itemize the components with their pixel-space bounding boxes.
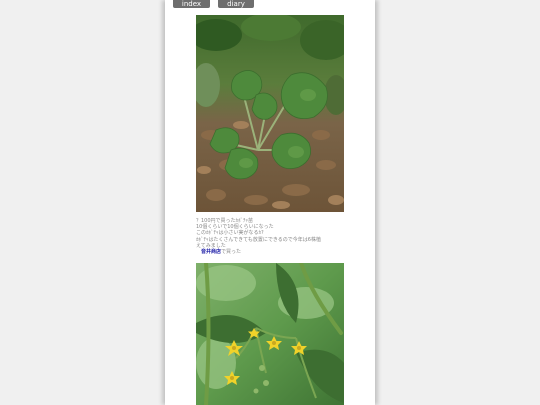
pumpkin-seedling-photo [196,15,344,212]
diary-caption: ？100円で買ったｶﾎﾞﾁｬ苗 10個くらいで10個くらいになった このｶﾎﾞﾁ… [196,218,346,255]
shop-suffix: で買った [221,249,242,256]
tomato-flowers-photo [196,263,344,405]
diary-index-button[interactable]: diary index [218,0,254,16]
shop-link[interactable]: 音井商店 [201,249,221,255]
caption-shop-line: 音井商店で買った [196,249,346,255]
index-button[interactable]: index [173,0,210,8]
